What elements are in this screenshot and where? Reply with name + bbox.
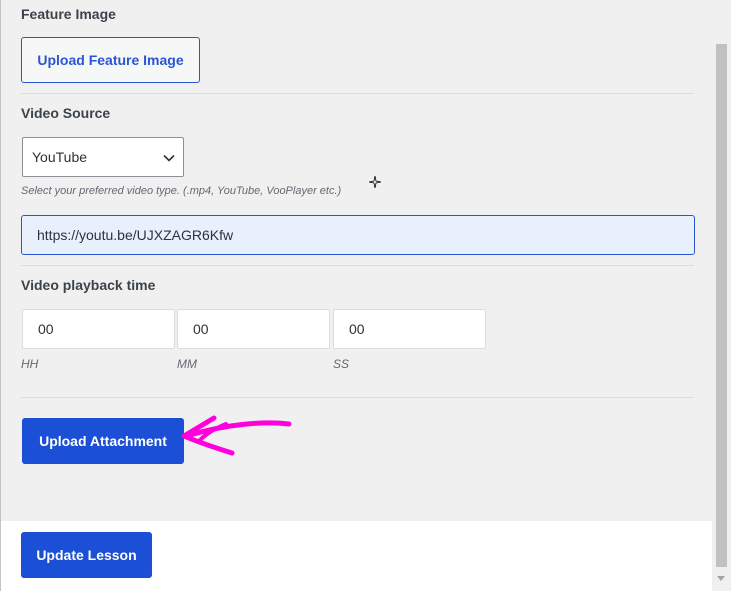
divider — [21, 265, 694, 266]
video-source-label: Video Source — [21, 105, 111, 121]
feature-image-label: Feature Image — [21, 6, 116, 22]
update-lesson-button[interactable]: Update Lesson — [21, 532, 152, 578]
divider — [21, 397, 694, 398]
playback-time-label: Video playback time — [21, 277, 156, 293]
annotation-arrow-icon — [181, 415, 292, 456]
scrollbar-thumb[interactable] — [716, 44, 727, 567]
video-source-select[interactable]: YouTube — [22, 137, 184, 177]
video-source-help-text: Select your preferred video type. (.mp4,… — [21, 185, 342, 197]
scroll-down-arrow-icon[interactable] — [717, 576, 725, 581]
divider — [21, 93, 694, 94]
footer-bar: Update Lesson — [1, 521, 713, 591]
seconds-unit-label: SS — [333, 357, 350, 371]
video-source-selected: YouTube — [32, 149, 88, 165]
upload-feature-image-button[interactable]: Upload Feature Image — [21, 37, 200, 83]
minutes-unit-label: MM — [177, 357, 197, 371]
seconds-input[interactable] — [333, 309, 486, 349]
lesson-edit-panel: Feature Image Upload Feature Image Video… — [0, 0, 712, 591]
hours-input[interactable] — [22, 309, 175, 349]
upload-attachment-button[interactable]: Upload Attachment — [22, 418, 184, 464]
video-url-input[interactable] — [21, 215, 695, 255]
hours-unit-label: HH — [21, 357, 39, 371]
chevron-down-icon — [163, 154, 175, 162]
scrollbar[interactable] — [712, 0, 731, 591]
move-cursor-icon — [369, 176, 381, 188]
minutes-input[interactable] — [177, 309, 330, 349]
